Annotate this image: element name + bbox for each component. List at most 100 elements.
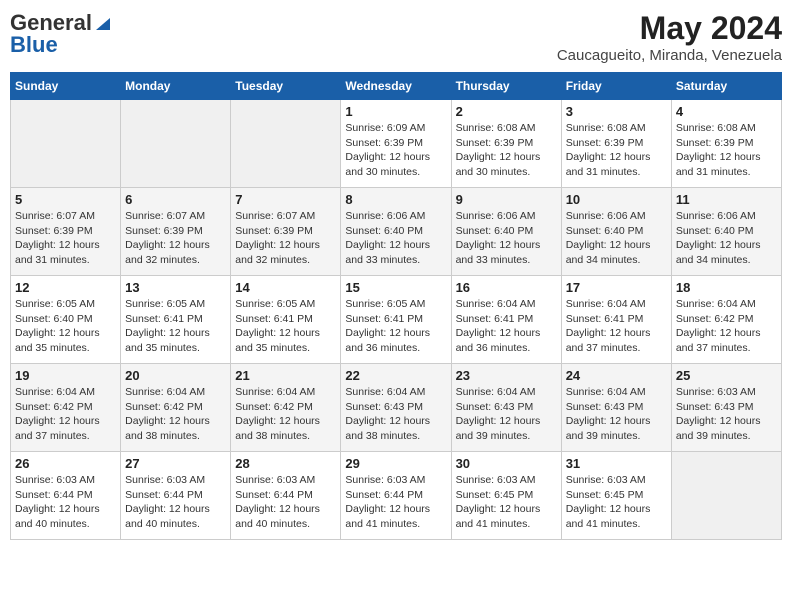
- calendar-cell: 26 Sunrise: 6:03 AM Sunset: 6:44 PM Dayli…: [11, 452, 121, 540]
- calendar-week-row: 1Sunrise: 6:09 AM Sunset: 6:39 PM Daylig…: [11, 100, 782, 188]
- logo: General Blue: [10, 10, 112, 58]
- day-info: Sunrise: 6:05 AM Sunset: 6:41 PM Dayligh…: [125, 297, 226, 356]
- calendar-cell: [11, 100, 121, 188]
- day-number: 13: [125, 280, 226, 295]
- day-number: 2: [456, 104, 557, 119]
- calendar-cell: 18 Sunrise: 6:04 AM Sunset: 6:42 PM Dayli…: [671, 276, 781, 364]
- calendar-cell: [231, 100, 341, 188]
- day-number: 26: [15, 456, 116, 471]
- calendar-cell: [121, 100, 231, 188]
- day-info: Sunrise: 6:06 AM Sunset: 6:40 PM Dayligh…: [345, 209, 446, 268]
- day-number: 30: [456, 456, 557, 471]
- day-number: 16: [456, 280, 557, 295]
- day-number: 4: [676, 104, 777, 119]
- calendar-cell: 2 Sunrise: 6:08 AM Sunset: 6:39 PM Daylig…: [451, 100, 561, 188]
- day-number: 20: [125, 368, 226, 383]
- weekday-header-friday: Friday: [561, 73, 671, 100]
- calendar-cell: 7Sunrise: 6:07 AM Sunset: 6:39 PM Daylig…: [231, 188, 341, 276]
- day-number: 11: [676, 192, 777, 207]
- calendar-cell: 13 Sunrise: 6:05 AM Sunset: 6:41 PM Dayli…: [121, 276, 231, 364]
- day-info: Sunrise: 6:03 AM Sunset: 6:44 PM Dayligh…: [125, 473, 226, 532]
- logo-blue: Blue: [10, 32, 58, 58]
- calendar-cell: 19Sunrise: 6:04 AM Sunset: 6:42 PM Dayli…: [11, 364, 121, 452]
- title-block: May 2024 Caucagueito, Miranda, Venezuela: [557, 10, 782, 64]
- day-number: 25: [676, 368, 777, 383]
- day-info: Sunrise: 6:04 AM Sunset: 6:42 PM Dayligh…: [676, 297, 777, 356]
- calendar-cell: 29 Sunrise: 6:03 AM Sunset: 6:44 PM Dayli…: [341, 452, 451, 540]
- day-number: 12: [15, 280, 116, 295]
- day-info: Sunrise: 6:04 AM Sunset: 6:42 PM Dayligh…: [15, 385, 116, 444]
- calendar-cell: 20Sunrise: 6:04 AM Sunset: 6:42 PM Dayli…: [121, 364, 231, 452]
- day-number: 21: [235, 368, 336, 383]
- day-number: 28: [235, 456, 336, 471]
- calendar-week-row: 26 Sunrise: 6:03 AM Sunset: 6:44 PM Dayli…: [11, 452, 782, 540]
- day-info: Sunrise: 6:06 AM Sunset: 6:40 PM Dayligh…: [456, 209, 557, 268]
- calendar-cell: 10 Sunrise: 6:06 AM Sunset: 6:40 PM Dayli…: [561, 188, 671, 276]
- day-number: 31: [566, 456, 667, 471]
- day-info: Sunrise: 6:08 AM Sunset: 6:39 PM Dayligh…: [456, 121, 557, 180]
- calendar-week-row: 19Sunrise: 6:04 AM Sunset: 6:42 PM Dayli…: [11, 364, 782, 452]
- calendar-cell: 30 Sunrise: 6:03 AM Sunset: 6:45 PM Dayli…: [451, 452, 561, 540]
- day-info: Sunrise: 6:07 AM Sunset: 6:39 PM Dayligh…: [15, 209, 116, 268]
- logo-arrow-icon: [94, 14, 112, 32]
- calendar-cell: 31Sunrise: 6:03 AM Sunset: 6:45 PM Dayli…: [561, 452, 671, 540]
- calendar-cell: 3Sunrise: 6:08 AM Sunset: 6:39 PM Daylig…: [561, 100, 671, 188]
- calendar-cell: 5 Sunrise: 6:07 AM Sunset: 6:39 PM Daylig…: [11, 188, 121, 276]
- calendar-cell: 11 Sunrise: 6:06 AM Sunset: 6:40 PM Dayli…: [671, 188, 781, 276]
- day-info: Sunrise: 6:04 AM Sunset: 6:43 PM Dayligh…: [566, 385, 667, 444]
- day-info: Sunrise: 6:03 AM Sunset: 6:44 PM Dayligh…: [345, 473, 446, 532]
- calendar-cell: 14 Sunrise: 6:05 AM Sunset: 6:41 PM Dayli…: [231, 276, 341, 364]
- calendar-cell: 12 Sunrise: 6:05 AM Sunset: 6:40 PM Dayli…: [11, 276, 121, 364]
- day-number: 15: [345, 280, 446, 295]
- day-info: Sunrise: 6:03 AM Sunset: 6:45 PM Dayligh…: [456, 473, 557, 532]
- calendar-cell: 4 Sunrise: 6:08 AM Sunset: 6:39 PM Daylig…: [671, 100, 781, 188]
- calendar-cell: 28 Sunrise: 6:03 AM Sunset: 6:44 PM Dayli…: [231, 452, 341, 540]
- calendar-cell: 25 Sunrise: 6:03 AM Sunset: 6:43 PM Dayli…: [671, 364, 781, 452]
- day-number: 9: [456, 192, 557, 207]
- day-number: 10: [566, 192, 667, 207]
- day-number: 29: [345, 456, 446, 471]
- day-info: Sunrise: 6:06 AM Sunset: 6:40 PM Dayligh…: [676, 209, 777, 268]
- calendar-header-row: SundayMondayTuesdayWednesdayThursdayFrid…: [11, 73, 782, 100]
- weekday-header-thursday: Thursday: [451, 73, 561, 100]
- calendar-cell: 23 Sunrise: 6:04 AM Sunset: 6:43 PM Dayli…: [451, 364, 561, 452]
- calendar-cell: 6Sunrise: 6:07 AM Sunset: 6:39 PM Daylig…: [121, 188, 231, 276]
- day-info: Sunrise: 6:04 AM Sunset: 6:43 PM Dayligh…: [456, 385, 557, 444]
- day-info: Sunrise: 6:06 AM Sunset: 6:40 PM Dayligh…: [566, 209, 667, 268]
- calendar-week-row: 5 Sunrise: 6:07 AM Sunset: 6:39 PM Daylig…: [11, 188, 782, 276]
- day-info: Sunrise: 6:08 AM Sunset: 6:39 PM Dayligh…: [676, 121, 777, 180]
- day-number: 23: [456, 368, 557, 383]
- calendar-cell: 16 Sunrise: 6:04 AM Sunset: 6:41 PM Dayli…: [451, 276, 561, 364]
- day-number: 8: [345, 192, 446, 207]
- weekday-header-tuesday: Tuesday: [231, 73, 341, 100]
- day-info: Sunrise: 6:05 AM Sunset: 6:41 PM Dayligh…: [345, 297, 446, 356]
- calendar-cell: 24Sunrise: 6:04 AM Sunset: 6:43 PM Dayli…: [561, 364, 671, 452]
- day-number: 18: [676, 280, 777, 295]
- calendar-table: SundayMondayTuesdayWednesdayThursdayFrid…: [10, 72, 782, 540]
- day-info: Sunrise: 6:04 AM Sunset: 6:42 PM Dayligh…: [235, 385, 336, 444]
- day-number: 22: [345, 368, 446, 383]
- calendar-cell: 8 Sunrise: 6:06 AM Sunset: 6:40 PM Daylig…: [341, 188, 451, 276]
- day-info: Sunrise: 6:04 AM Sunset: 6:43 PM Dayligh…: [345, 385, 446, 444]
- weekday-header-sunday: Sunday: [11, 73, 121, 100]
- day-info: Sunrise: 6:04 AM Sunset: 6:41 PM Dayligh…: [456, 297, 557, 356]
- page-subtitle: Caucagueito, Miranda, Venezuela: [557, 47, 782, 64]
- calendar-cell: 27 Sunrise: 6:03 AM Sunset: 6:44 PM Dayli…: [121, 452, 231, 540]
- day-info: Sunrise: 6:03 AM Sunset: 6:44 PM Dayligh…: [235, 473, 336, 532]
- calendar-cell: 21 Sunrise: 6:04 AM Sunset: 6:42 PM Dayli…: [231, 364, 341, 452]
- day-number: 1: [345, 104, 446, 119]
- calendar-cell: [671, 452, 781, 540]
- day-info: Sunrise: 6:03 AM Sunset: 6:43 PM Dayligh…: [676, 385, 777, 444]
- day-number: 14: [235, 280, 336, 295]
- day-info: Sunrise: 6:04 AM Sunset: 6:41 PM Dayligh…: [566, 297, 667, 356]
- weekday-header-wednesday: Wednesday: [341, 73, 451, 100]
- day-number: 5: [15, 192, 116, 207]
- calendar-week-row: 12 Sunrise: 6:05 AM Sunset: 6:40 PM Dayli…: [11, 276, 782, 364]
- calendar-cell: 17 Sunrise: 6:04 AM Sunset: 6:41 PM Dayli…: [561, 276, 671, 364]
- day-info: Sunrise: 6:07 AM Sunset: 6:39 PM Dayligh…: [125, 209, 226, 268]
- day-number: 27: [125, 456, 226, 471]
- day-info: Sunrise: 6:03 AM Sunset: 6:44 PM Dayligh…: [15, 473, 116, 532]
- day-number: 17: [566, 280, 667, 295]
- day-info: Sunrise: 6:05 AM Sunset: 6:41 PM Dayligh…: [235, 297, 336, 356]
- day-info: Sunrise: 6:05 AM Sunset: 6:40 PM Dayligh…: [15, 297, 116, 356]
